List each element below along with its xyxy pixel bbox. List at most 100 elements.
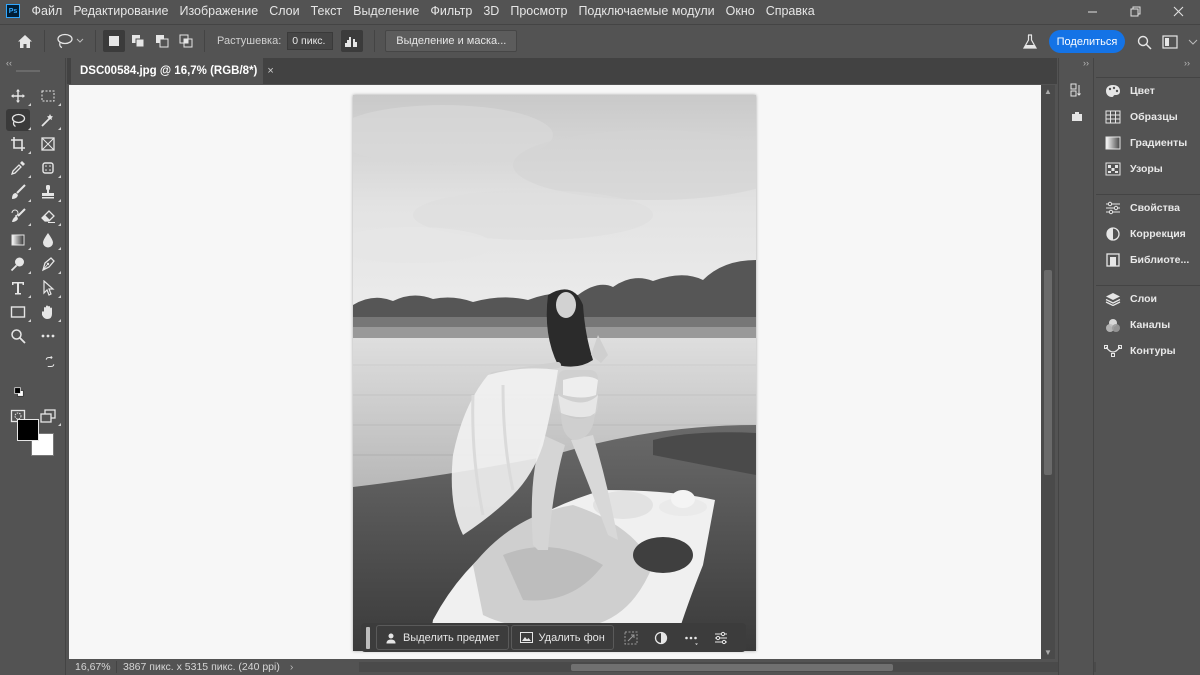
menu-select[interactable]: Выделение [348, 4, 425, 18]
select-subject-button[interactable]: Выделить предмет [376, 625, 509, 650]
flask-icon[interactable] [1019, 31, 1041, 53]
subtract-from-selection-icon[interactable] [151, 30, 173, 52]
menu-file[interactable]: Файл [26, 4, 68, 18]
task-bar-grip[interactable] [366, 626, 370, 649]
task-bar-settings-icon[interactable] [706, 625, 736, 650]
anti-alias-icon[interactable] [341, 30, 364, 52]
vertical-scroll-thumb[interactable] [1044, 270, 1052, 475]
menu-help[interactable]: Справка [760, 4, 820, 18]
layers-icon [1104, 291, 1122, 307]
remove-background-label: Удалить фон [538, 631, 605, 644]
workspace-icon[interactable] [1159, 31, 1181, 53]
menu-image[interactable]: Изображение [174, 4, 264, 18]
more-tools-icon[interactable] [36, 325, 60, 347]
menu-type[interactable]: Текст [305, 4, 347, 18]
type-tool-icon[interactable] [6, 277, 31, 299]
move-tool-icon[interactable] [6, 85, 31, 107]
marquee-tool-icon[interactable] [36, 85, 61, 107]
menu-edit[interactable]: Редактирование [68, 4, 174, 18]
plugins-panel-icon[interactable] [1068, 107, 1086, 125]
panel-tab-color[interactable]: Цвет [1096, 78, 1200, 104]
more-options-icon[interactable] [676, 625, 706, 650]
horizontal-scroll-thumb[interactable] [571, 664, 893, 671]
panel-tab-paths[interactable]: Контуры [1096, 338, 1200, 364]
eyedropper-tool-icon[interactable] [6, 157, 31, 179]
frame-tool-icon[interactable] [36, 133, 60, 155]
lasso-tool-preset-icon[interactable] [52, 30, 88, 52]
menu-filter[interactable]: Фильтр [425, 4, 478, 18]
photoshop-logo: Ps [6, 4, 20, 18]
panel-tab-patterns[interactable]: Узоры [1096, 156, 1200, 182]
gradient-tool-icon[interactable] [6, 229, 31, 251]
invert-selection-icon[interactable] [646, 625, 676, 650]
menu-layers[interactable]: Слои [264, 4, 305, 18]
panel-tab-layers[interactable]: Слои [1096, 286, 1200, 312]
collapse-panel-icon[interactable]: ‹‹ [6, 58, 12, 68]
home-icon[interactable] [12, 28, 38, 54]
dodge-tool-icon[interactable] [6, 253, 31, 275]
document-image[interactable] [353, 95, 756, 651]
crop-tool-icon[interactable] [6, 133, 31, 155]
clone-stamp-tool-icon[interactable] [36, 181, 61, 203]
vertical-scrollbar[interactable]: ▲ ▼ [1041, 85, 1055, 659]
swatches-grid-icon [1104, 109, 1122, 125]
status-menu-arrow[interactable]: › [290, 661, 294, 673]
person-icon [385, 632, 397, 644]
screen-mode-icon[interactable] [36, 405, 61, 427]
swap-colors-icon[interactable] [42, 354, 58, 370]
contextual-task-bar: Выделить предмет Удалить фон [361, 623, 746, 652]
panel-tab-properties[interactable]: Свойства [1096, 195, 1200, 221]
add-to-selection-icon[interactable] [127, 30, 149, 52]
menu-window[interactable]: Окно [720, 4, 760, 18]
remove-background-button[interactable]: Удалить фон [510, 625, 614, 650]
share-button[interactable]: Поделиться [1049, 30, 1125, 53]
horizontal-scrollbar[interactable] [359, 662, 1099, 672]
panel-tab-channels[interactable]: Каналы [1096, 312, 1200, 338]
panel-tab-swatches[interactable]: Образцы [1096, 104, 1200, 130]
close-icon[interactable] [1157, 0, 1200, 22]
new-selection-icon[interactable] [103, 30, 125, 52]
gradient-icon [1104, 135, 1122, 151]
menu-plugins[interactable]: Подключаемые модули [573, 4, 720, 18]
restore-icon[interactable] [1114, 0, 1157, 22]
panel-grip[interactable] [16, 70, 40, 72]
zoom-tool-icon[interactable] [6, 325, 30, 347]
document-tab[interactable]: DSC00584.jpg @ 16,7% (RGB/8*) × [71, 58, 274, 84]
scroll-up-icon[interactable]: ▲ [1044, 87, 1052, 96]
menu-3d[interactable]: 3D [478, 4, 505, 18]
pen-tool-icon[interactable] [36, 253, 61, 275]
collapse-panels-icon[interactable]: ›› [1184, 58, 1190, 68]
minimize-icon[interactable] [1071, 0, 1114, 22]
history-brush-tool-icon[interactable] [6, 205, 31, 227]
eraser-tool-icon[interactable] [36, 205, 61, 227]
feather-input[interactable]: 0 пикс. [287, 32, 334, 50]
hand-tool-icon[interactable] [36, 301, 61, 323]
history-panel-icon[interactable] [1068, 81, 1086, 99]
scroll-down-icon[interactable]: ▼ [1044, 648, 1052, 657]
menu-view[interactable]: Просмотр [505, 4, 573, 18]
close-tab-icon[interactable]: × [267, 65, 273, 77]
chevron-down-icon[interactable] [1182, 31, 1200, 53]
patch-tool-icon[interactable] [36, 157, 61, 179]
select-and-mask-button[interactable]: Выделение и маска... [385, 30, 518, 52]
path-selection-tool-icon[interactable] [36, 277, 61, 299]
rectangle-tool-icon[interactable] [6, 301, 31, 323]
brush-tool-icon[interactable] [6, 181, 31, 203]
foreground-color-swatch[interactable] [17, 419, 39, 441]
blur-tool-icon[interactable] [36, 229, 61, 251]
intersect-selection-icon[interactable] [175, 30, 197, 52]
collapse-strip-icon[interactable]: ›› [1083, 58, 1089, 68]
object-selection-tool-icon[interactable] [36, 109, 61, 131]
panel-tab-adjustments[interactable]: Коррекция [1096, 221, 1200, 247]
search-icon[interactable] [1133, 31, 1155, 53]
default-colors-icon[interactable] [12, 385, 26, 399]
lasso-tool-icon[interactable] [6, 109, 31, 131]
panel-tab-gradients[interactable]: Градиенты [1096, 130, 1200, 156]
status-bar: 16,67% 3867 пикс. x 5315 пикс. (240 ppi)… [69, 659, 1099, 675]
options-bar: Растушевка: 0 пикс. Выделение и маска...… [0, 24, 1200, 57]
document-info: 3867 пикс. x 5315 пикс. (240 ppi) [123, 661, 280, 673]
zoom-level[interactable]: 16,67% [69, 661, 117, 673]
panel-tab-libraries[interactable]: Библиоте... [1096, 247, 1200, 273]
image-icon [519, 632, 533, 643]
transform-selection-icon[interactable] [616, 625, 646, 650]
